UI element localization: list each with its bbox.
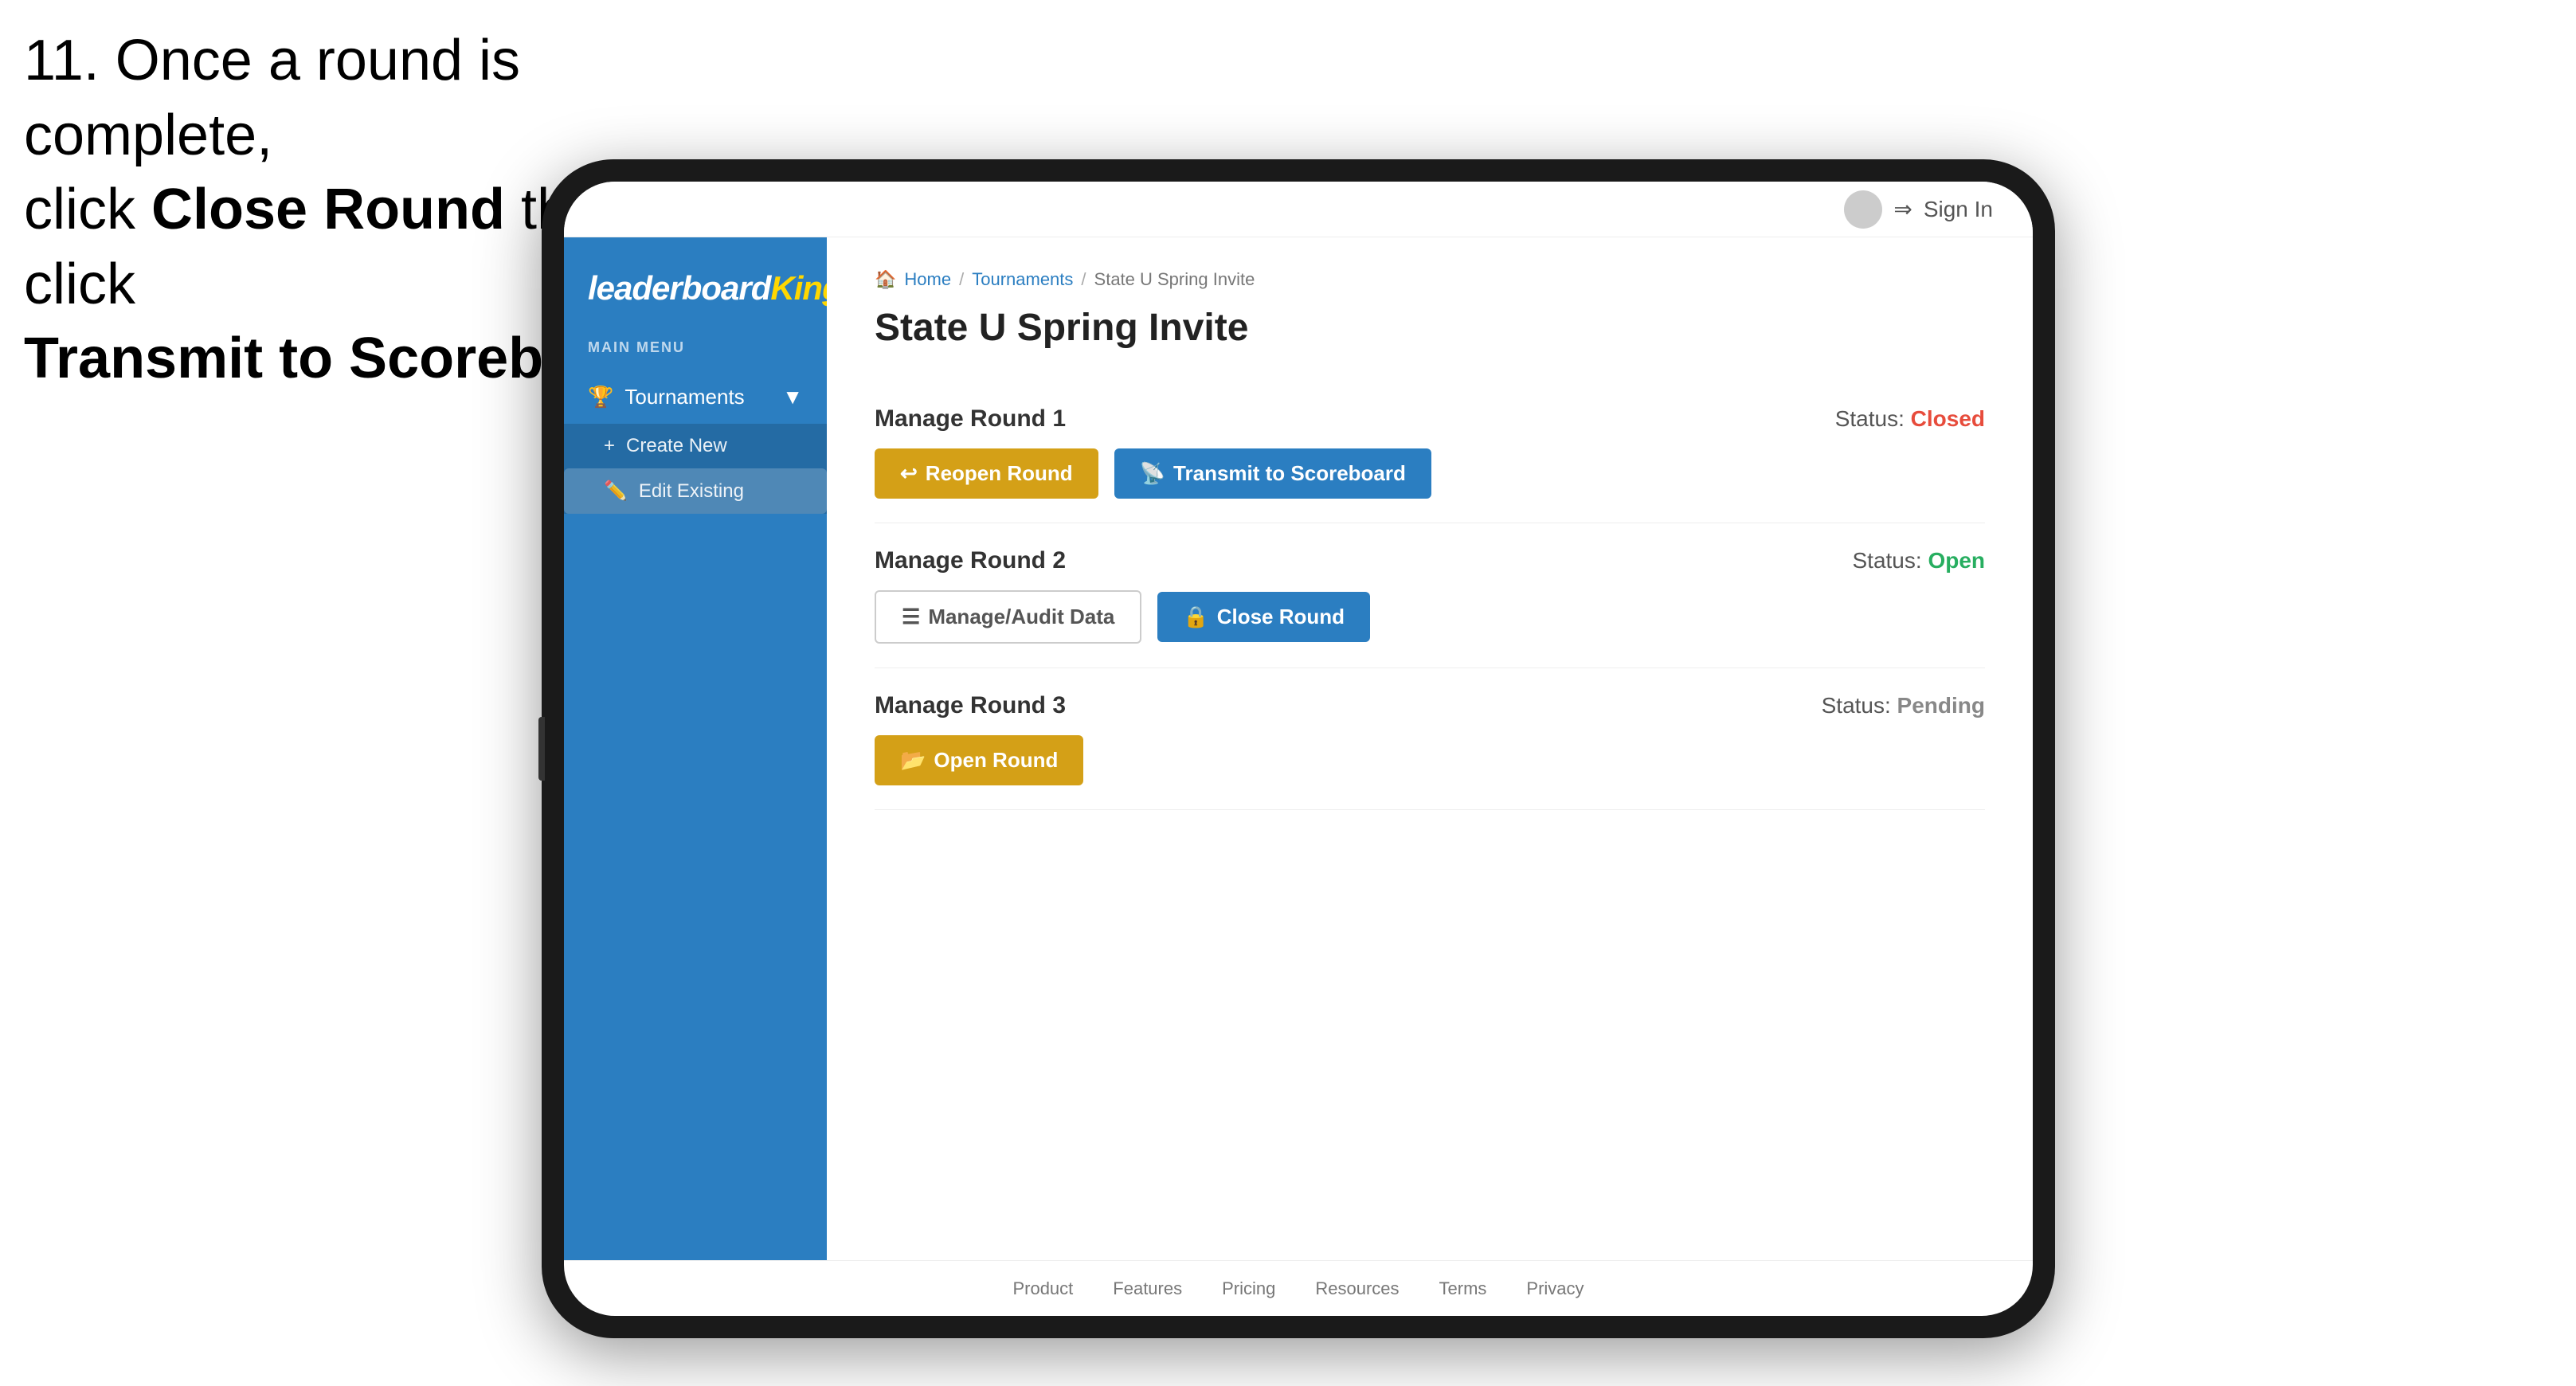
sidebar: leaderboardKing MAIN MENU 🏆 Tournaments … (564, 237, 827, 1260)
instruction-close-round: Close Round (151, 178, 505, 241)
reopen-icon: ↩ (900, 461, 918, 486)
round-3-header: Manage Round 3 Status: Pending (875, 692, 1985, 719)
breadcrumb-current: State U Spring Invite (1094, 269, 1255, 290)
breadcrumb-sep-2: / (1081, 269, 1086, 290)
round-2-buttons: ☰ Manage/Audit Data 🔒 Close Round (875, 590, 1985, 644)
footer-features[interactable]: Features (1113, 1278, 1182, 1299)
round-2-title: Manage Round 2 (875, 547, 1066, 574)
top-bar: ⇒ Sign In (564, 182, 2033, 237)
round-3-status-value: Pending (1897, 693, 1985, 718)
logo-leaderboard: leaderboard (588, 269, 770, 307)
sidebar-submenu: + Create New ✏️ Edit Existing (564, 424, 827, 514)
main-content: 🏠 Home / Tournaments / State U Spring In… (827, 237, 2033, 1260)
trophy-icon: 🏆 (588, 385, 613, 409)
sidebar-item-edit-existing[interactable]: ✏️ Edit Existing (564, 468, 827, 514)
round-3-status: Status: Pending (1822, 693, 1985, 718)
breadcrumb-tournaments[interactable]: Tournaments (972, 269, 1073, 290)
round-3-title: Manage Round 3 (875, 692, 1066, 719)
manage-audit-label: Manage/Audit Data (928, 605, 1114, 629)
edit-existing-label: Edit Existing (639, 480, 744, 503)
round-2-section: Manage Round 2 Status: Open ☰ Manage/Aud… (875, 523, 1985, 668)
round-2-status: Status: Open (1853, 548, 1986, 574)
footer-product[interactable]: Product (1012, 1278, 1073, 1299)
round-2-status-value: Open (1928, 548, 1985, 573)
instruction-line2-prefix: click (24, 178, 151, 241)
tablet-frame: ⇒ Sign In leaderboardKing MAIN MENU 🏆 To… (542, 159, 2055, 1338)
transmit-icon: 📡 (1140, 461, 1165, 486)
footer-resources[interactable]: Resources (1315, 1278, 1399, 1299)
round-1-buttons: ↩ Reopen Round 📡 Transmit to Scoreboard (875, 448, 1985, 499)
open-icon: 📂 (900, 748, 926, 773)
sidebar-item-tournaments[interactable]: 🏆 Tournaments ▼ (564, 370, 827, 424)
breadcrumb: 🏠 Home / Tournaments / State U Spring In… (875, 269, 1985, 290)
round-2-header: Manage Round 2 Status: Open (875, 547, 1985, 574)
open-round-label: Open Round (934, 748, 1058, 773)
reopen-round-label: Reopen Round (926, 461, 1073, 486)
edit-icon: ✏️ (604, 480, 628, 503)
round-1-status-value: Closed (1911, 406, 1985, 431)
round-1-header: Manage Round 1 Status: Closed (875, 405, 1985, 433)
footer: Product Features Pricing Resources Terms… (564, 1260, 2033, 1316)
round-1-section: Manage Round 1 Status: Closed ↩ Reopen R… (875, 382, 1985, 523)
sidebar-tournaments-left: 🏆 Tournaments (588, 385, 745, 409)
breadcrumb-sep-1: / (959, 269, 964, 290)
transmit-scoreboard-label: Transmit to Scoreboard (1173, 461, 1406, 486)
reopen-round-button[interactable]: ↩ Reopen Round (875, 448, 1098, 499)
close-icon: 🔒 (1183, 605, 1208, 629)
plus-icon: + (604, 435, 615, 457)
sign-in-arrow: ⇒ (1893, 196, 1912, 222)
footer-pricing[interactable]: Pricing (1222, 1278, 1275, 1299)
breadcrumb-home[interactable]: Home (904, 269, 951, 290)
instruction-line1: 11. Once a round is complete, (24, 29, 520, 167)
main-layout: leaderboardKing MAIN MENU 🏆 Tournaments … (564, 237, 2033, 1260)
tablet-side-button (538, 717, 545, 781)
logo-area: leaderboardKing (564, 261, 827, 331)
home-icon: 🏠 (875, 269, 896, 290)
chevron-down-icon: ▼ (782, 385, 803, 409)
open-round-button[interactable]: 📂 Open Round (875, 735, 1083, 785)
transmit-scoreboard-button[interactable]: 📡 Transmit to Scoreboard (1114, 448, 1431, 499)
tournaments-label: Tournaments (624, 385, 744, 409)
main-menu-label: MAIN MENU (564, 331, 827, 364)
footer-terms[interactable]: Terms (1439, 1278, 1487, 1299)
round-3-section: Manage Round 3 Status: Pending 📂 Open Ro… (875, 668, 1985, 810)
sign-in-area[interactable]: ⇒ Sign In (1844, 190, 1993, 229)
round-3-buttons: 📂 Open Round (875, 735, 1985, 785)
round-1-title: Manage Round 1 (875, 405, 1066, 433)
tablet-screen: ⇒ Sign In leaderboardKing MAIN MENU 🏆 To… (564, 182, 2033, 1316)
page-title: State U Spring Invite (875, 306, 1985, 350)
footer-privacy[interactable]: Privacy (1526, 1278, 1584, 1299)
create-new-label: Create New (626, 435, 727, 457)
sidebar-item-create-new[interactable]: + Create New (564, 424, 827, 468)
round-1-status: Status: Closed (1835, 406, 1985, 432)
manage-audit-button[interactable]: ☰ Manage/Audit Data (875, 590, 1141, 644)
sign-in-label[interactable]: Sign In (1924, 197, 1993, 222)
avatar-icon (1844, 190, 1882, 229)
audit-icon: ☰ (902, 605, 920, 629)
close-round-label: Close Round (1217, 605, 1345, 629)
close-round-button[interactable]: 🔒 Close Round (1157, 592, 1370, 642)
logo: leaderboardKing (588, 269, 803, 307)
